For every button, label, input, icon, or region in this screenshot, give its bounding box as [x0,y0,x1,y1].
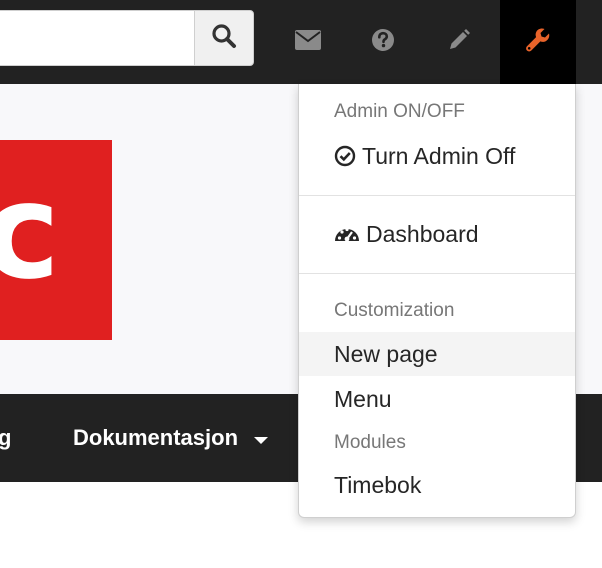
admin-tools-button[interactable] [500,0,576,84]
menu-divider [299,273,575,274]
admin-toggle-header: Admin ON/OFF [334,101,465,122]
messages-button[interactable] [270,0,346,84]
help-button[interactable] [345,0,421,84]
admin-dropdown-menu: Admin ON/OFF Turn Admin Off Dashboard Cu… [298,84,576,518]
caret-down-icon [254,436,269,444]
dashboard-icon [334,223,360,245]
timebok-item[interactable]: Timebok [299,463,575,507]
edit-button[interactable] [421,0,497,84]
menu-item[interactable]: Menu [299,377,575,421]
wrench-icon [525,27,551,58]
search-icon [211,23,237,54]
menu-item-label: Timebok [334,471,422,498]
menu-item-label: Menu [334,385,392,412]
nav-item-label: Dokumentasjon [73,425,239,450]
menu-item-label: New page [334,340,438,367]
envelope-icon [294,29,322,56]
new-page-item[interactable]: New page [299,332,575,376]
search-form [0,10,260,68]
site-logo[interactable]: c [0,140,112,340]
logo-letter: c [0,155,61,309]
nav-item-partial[interactable]: g [0,394,11,482]
top-navbar [0,0,602,84]
dashboard-item[interactable]: Dashboard [299,212,575,256]
customization-header: Customization [334,300,455,321]
menu-item-label: Dashboard [366,220,479,247]
nav-item-label: g [0,425,12,450]
turn-admin-off-item[interactable]: Turn Admin Off [299,134,575,178]
menu-divider [299,195,575,196]
modules-header: Modules [334,432,406,453]
check-circle-icon [334,145,356,167]
search-button[interactable] [194,10,254,66]
question-circle-icon [371,28,395,57]
nav-item-dokumentasjon[interactable]: Dokumentasjon [73,394,269,482]
menu-item-label: Turn Admin Off [362,142,516,169]
search-input[interactable] [0,10,194,66]
pencil-icon [447,28,471,57]
